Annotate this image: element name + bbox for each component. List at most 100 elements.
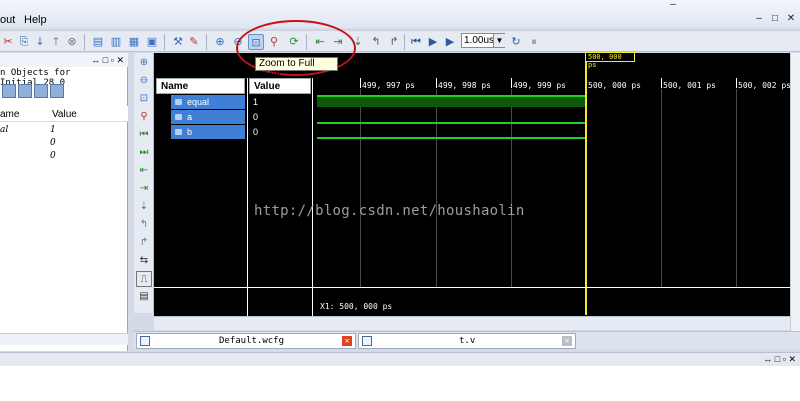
signal-icon — [175, 99, 182, 105]
tab-default-wcfg[interactable]: Default.wcfg ✕ — [136, 333, 356, 349]
window-controls: – □ ✕ – — [660, 0, 800, 26]
up-icon[interactable]: ↑ — [48, 34, 64, 50]
objects-filter-bar — [0, 84, 70, 98]
restore-panel-icon[interactable]: ▫ — [111, 55, 114, 65]
next-edge-icon[interactable]: ↱ — [386, 34, 402, 50]
marker-icon[interactable]: ✎ — [186, 34, 202, 50]
ruler-label: 499, 998 ps — [438, 81, 491, 90]
menu-item-layout[interactable]: out — [0, 14, 15, 26]
ruler-tick — [736, 78, 737, 88]
column-divider[interactable] — [312, 78, 313, 316]
zoom-cursor-icon[interactable]: ⚲ — [136, 109, 152, 125]
go-to-start-icon[interactable]: ⏮ — [136, 127, 152, 143]
filter-input-icon[interactable] — [2, 84, 16, 98]
sync-icon[interactable]: ↔ — [91, 55, 100, 65]
layout-icon[interactable]: ▤ — [90, 34, 106, 50]
close-panel-icon[interactable]: ✕ — [116, 55, 124, 65]
table-row[interactable]: 0 — [0, 150, 128, 163]
run-for-time-icon[interactable]: ▶ — [442, 34, 458, 50]
panel-icon[interactable]: ▦ — [126, 34, 142, 50]
close-icon[interactable]: ✕ — [786, 14, 796, 24]
close-panel-icon[interactable]: ✕ — [788, 354, 796, 364]
tab-t-v[interactable]: t.v ✕ — [358, 333, 576, 349]
close-icon[interactable]: ✕ — [342, 336, 352, 346]
minimize-doc-icon[interactable]: – — [754, 14, 764, 24]
next-edge-icon[interactable]: ↱ — [136, 235, 152, 251]
close-icon[interactable]: ✕ — [562, 336, 572, 346]
zoom-full-icon[interactable]: ⊡ — [136, 91, 152, 107]
waveform-file-icon — [140, 336, 150, 346]
waveform-divider — [154, 287, 790, 288]
vertical-scrollbar[interactable] — [790, 53, 800, 331]
menu-bar: out Help – □ ✕ – — [0, 0, 800, 28]
chevron-down-icon[interactable]: ▼ — [493, 34, 505, 47]
minimize-panel-icon[interactable]: □ — [775, 354, 780, 364]
restore-panel-icon[interactable]: ▫ — [783, 354, 786, 364]
filter-internal-icon[interactable] — [50, 84, 64, 98]
swap-cursors-icon[interactable]: ⇆ — [136, 253, 152, 269]
step-icon[interactable]: ↻ — [508, 34, 524, 50]
menu-item-help[interactable]: Help — [24, 14, 47, 26]
table-row[interactable]: al 1 — [0, 124, 128, 137]
delete-icon[interactable]: ⊗ — [64, 34, 80, 50]
signal-icon — [175, 114, 182, 120]
add-marker-icon[interactable]: ⇣ — [136, 199, 152, 215]
previous-marker-icon[interactable]: ⇤ — [136, 163, 152, 179]
cursor-time-label: 500, 000 ps — [585, 52, 635, 69]
horizontal-scrollbar[interactable] — [0, 333, 128, 345]
column-header-value[interactable]: Value — [52, 109, 77, 120]
objects-table-header: ame Value — [0, 106, 128, 122]
signal-row-a[interactable]: a — [171, 110, 245, 124]
snap-to-transition-icon[interactable]: ⎍ — [136, 271, 152, 287]
console-panel-header: ↔ □ ▫ ✕ — [0, 352, 800, 366]
download-icon[interactable]: ↓ — [32, 34, 48, 50]
cursor-readout: X1: 500, 000 ps — [320, 302, 393, 311]
pause-icon[interactable]: ⏸ — [526, 34, 542, 50]
signal-row-equal[interactable]: equal — [171, 95, 245, 109]
name-column-header[interactable]: Name — [156, 78, 245, 94]
go-to-end-icon[interactable]: ⏭ — [136, 145, 152, 161]
waveform-side-toolbar: ⊕ ⊖ ⊡ ⚲ ⏮ ⏭ ⇤ ⇥ ⇣ ↰ ↱ ⇆ ⎍ ▤ — [134, 53, 154, 313]
restart-icon[interactable]: ⏮ — [408, 34, 424, 50]
toolbar-separator — [164, 34, 165, 50]
waveform-trace-a[interactable] — [317, 122, 585, 124]
time-cursor[interactable] — [585, 60, 587, 315]
grid-line — [661, 89, 662, 287]
waveform-horizontal-scrollbar[interactable] — [154, 316, 790, 330]
objects-panel-header: n Objects for Initial_28_0 ↔ □ ▫ ✕ — [0, 53, 128, 88]
sync-icon[interactable]: ↔ — [763, 354, 772, 364]
verilog-file-icon — [362, 336, 372, 346]
filter-inout-icon[interactable] — [34, 84, 48, 98]
minimize-panel-icon[interactable]: □ — [103, 55, 108, 65]
zoom-in-icon[interactable]: ⊕ — [212, 34, 228, 50]
table-row[interactable]: 0 — [0, 137, 128, 150]
toolbar-separator — [206, 34, 207, 50]
tile-icon[interactable]: ▣ — [144, 34, 160, 50]
minimize-icon[interactable]: – — [668, 0, 678, 10]
window-icon[interactable]: ▥ — [108, 34, 124, 50]
waveform-trace-b[interactable] — [317, 137, 585, 139]
waveform-trace-equal[interactable] — [317, 95, 585, 107]
toolbar-separator — [84, 34, 85, 50]
floating-ruler-icon[interactable]: ▤ — [136, 289, 152, 305]
copy-icon[interactable]: ⎘ — [16, 34, 32, 50]
previous-edge-icon[interactable]: ↰ — [368, 34, 384, 50]
ruler-label: 500, 000 ps — [588, 81, 641, 90]
wrench-icon[interactable]: ⚒ — [170, 34, 186, 50]
tooltip: Zoom to Full View — [255, 57, 338, 81]
column-divider[interactable] — [247, 78, 248, 316]
cut-icon[interactable]: ✂ — [0, 34, 16, 50]
signal-row-b[interactable]: b — [171, 125, 245, 139]
zoom-out-icon[interactable]: ⊖ — [136, 73, 152, 89]
column-header-name[interactable]: ame — [0, 109, 19, 120]
grid-line — [436, 89, 437, 287]
ruler-label: 499, 997 ps — [362, 81, 415, 90]
restore-icon[interactable]: □ — [770, 14, 780, 24]
next-marker-icon[interactable]: ⇥ — [136, 181, 152, 197]
filter-output-icon[interactable] — [18, 84, 32, 98]
console-panel[interactable] — [0, 366, 800, 401]
zoom-in-icon[interactable]: ⊕ — [136, 55, 152, 71]
panel-controls: ↔ □ ▫ ✕ — [91, 55, 124, 66]
previous-edge-icon[interactable]: ↰ — [136, 217, 152, 233]
run-icon[interactable]: ▶ — [425, 34, 441, 50]
